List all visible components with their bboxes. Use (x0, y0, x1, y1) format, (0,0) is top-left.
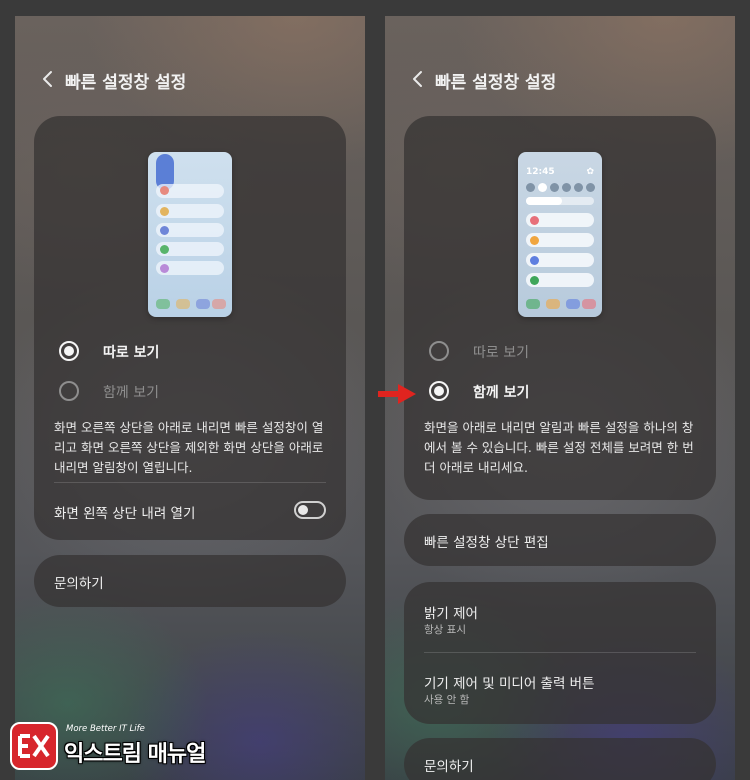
option-label: 함께 보기 (473, 385, 530, 401)
left-phone-screen: 빠른 설정창 설정 따로 보기 함께 보기 화면 오른쪽 상단을 아래로 내리면… (15, 16, 365, 780)
option-combined-view[interactable]: 함께 보기 (429, 380, 679, 404)
contact-label: 문의하기 (424, 759, 474, 775)
back-arrow-icon[interactable] (40, 70, 58, 88)
list-item-subtitle: 사용 안 함 (424, 694, 470, 706)
toggle-row[interactable]: 화면 왼쪽 상단 내려 열기 (54, 499, 326, 523)
option-separate-view[interactable]: 따로 보기 (429, 340, 679, 364)
page-title: 빠른 설정창 설정 (435, 73, 557, 93)
gear-icon: ✿ (586, 167, 594, 177)
option-combined-view[interactable]: 함께 보기 (59, 380, 309, 404)
radio-button[interactable] (429, 341, 449, 361)
radio-button-selected[interactable] (429, 381, 449, 401)
combined-view-preview-image: 12:45 ✿ (518, 152, 602, 317)
radio-button-selected[interactable] (59, 341, 79, 361)
logo-tagline: More Better IT Life (66, 724, 145, 734)
list-item-title: 밝기 제어 (424, 606, 478, 622)
list-item-subtitle: 항상 표시 (424, 624, 466, 636)
edit-top-label: 빠른 설정창 상단 편집 (424, 535, 549, 551)
right-phone-screen: 빠른 설정창 설정 12:45 ✿ 따로 보기 함께 보기 화면을 아래로 내리… (385, 16, 735, 780)
option-description: 화면 오른쪽 상단을 아래로 내리면 빠른 설정창이 열리고 화면 오른쪽 상단… (54, 420, 324, 475)
header: 빠른 설정창 설정 (385, 64, 735, 94)
view-mode-card: 12:45 ✿ 따로 보기 함께 보기 화면을 아래로 내리면 알림과 빠른 설… (404, 116, 716, 500)
settings-list-card: 밝기 제어 항상 표시 기기 제어 및 미디어 출력 버튼 사용 안 함 (404, 582, 716, 724)
preview-clock: 12:45 (526, 167, 555, 177)
option-description: 화면을 아래로 내리면 알림과 빠른 설정을 하나의 창에서 볼 수 있습니다.… (424, 420, 694, 475)
page-title: 빠른 설정창 설정 (65, 73, 187, 93)
view-mode-card: 따로 보기 함께 보기 화면 오른쪽 상단을 아래로 내리면 빠른 설정창이 열… (34, 116, 346, 540)
toggle-switch[interactable] (294, 501, 326, 519)
option-label: 따로 보기 (473, 345, 529, 361)
toggle-label: 화면 왼쪽 상단 내려 열기 (54, 506, 196, 522)
logo-name: 익스트림 매뉴얼 (64, 742, 206, 767)
radio-button[interactable] (59, 381, 79, 401)
list-item-brightness[interactable]: 밝기 제어 항상 표시 (404, 582, 716, 652)
option-separate-view[interactable]: 따로 보기 (59, 340, 309, 364)
header: 빠른 설정창 설정 (15, 64, 365, 94)
watermark-logo: More Better IT Life 익스트림 매뉴얼 (8, 720, 248, 774)
option-label: 따로 보기 (103, 345, 160, 361)
divider (54, 482, 326, 483)
contact-button[interactable]: 문의하기 (34, 555, 346, 607)
logo-symbol-icon (18, 734, 50, 758)
back-arrow-icon[interactable] (410, 70, 428, 88)
red-arrow-icon (378, 384, 416, 404)
edit-top-button[interactable]: 빠른 설정창 상단 편집 (404, 514, 716, 566)
contact-label: 문의하기 (54, 576, 104, 592)
list-item-device-control[interactable]: 기기 제어 및 미디어 출력 버튼 사용 안 함 (404, 653, 716, 723)
list-item-title: 기기 제어 및 미디어 출력 버튼 (424, 676, 595, 692)
separate-view-preview-image (148, 152, 232, 317)
option-label: 함께 보기 (103, 385, 159, 401)
contact-button[interactable]: 문의하기 (404, 738, 716, 780)
logo-badge (10, 722, 58, 770)
